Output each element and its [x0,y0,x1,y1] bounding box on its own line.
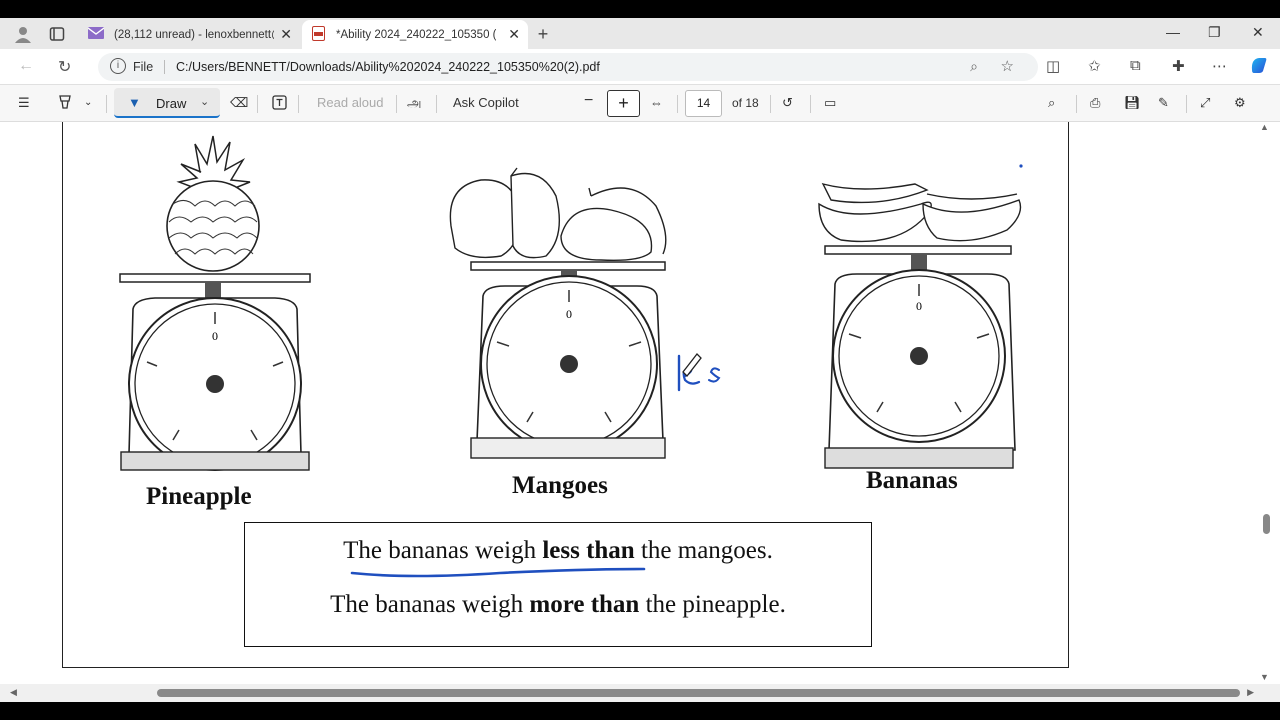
scheme-label: File [133,60,154,74]
minimize-icon[interactable]: — [1166,24,1180,40]
save-icon[interactable]: 💾︎ [1124,95,1141,111]
horizontal-scroll-thumb[interactable] [157,689,1240,697]
vertical-scrollbar[interactable]: ▲ ▼ [1260,122,1272,682]
fit-page-icon[interactable]: ⇔ [650,95,663,110]
scale-tick-label: 0 [212,329,218,343]
ink-annotation [677,353,721,392]
tab-pdf-title: *Ability 2024_240222_105350 (2) [336,28,496,41]
vertical-scroll-thumb[interactable] [1263,514,1270,534]
divider [257,95,258,113]
divider [810,95,811,113]
divider [396,95,397,113]
sentence-2-bold: more than [529,591,640,618]
answer-box: The bananas weigh less than the mangoes.… [244,522,872,647]
pdf-page: 0 0 0 Pineapple Mangoes Bananas The bana… [62,122,1069,668]
tab-actions-icon[interactable] [48,25,66,43]
translate-icon[interactable]: அ [407,95,421,112]
divider [1076,95,1077,113]
horizontal-scrollbar[interactable]: ◀ ▶ [0,684,1280,702]
settings-gear-icon[interactable]: ⚙ [1234,95,1246,111]
more-menu-icon[interactable]: ⋯ [1212,57,1227,75]
page-total: of 18 [732,96,759,110]
close-window-icon[interactable]: ✕ [1252,24,1264,41]
close-icon[interactable]: ✕ [280,26,292,43]
sentence-2: The bananas weigh more than the pineappl… [245,591,871,619]
sentence-1-post: the mangoes. [634,537,773,564]
rotate-icon[interactable]: ↺ [782,95,793,111]
scale-tick-label: 0 [916,299,922,313]
pineapple-scale-illustration: 0 [119,135,311,471]
ask-copilot-button[interactable]: Ask Copilot [453,95,519,110]
favorite-star-icon[interactable]: ☆ [1001,57,1014,75]
extensions-icon[interactable]: ✚ [1172,57,1185,75]
zoom-out-icon[interactable]: − [584,92,593,110]
chevron-down-icon[interactable]: ⌄ [84,97,92,108]
tab-pdf[interactable]: *Ability 2024_240222_105350 (2) ✕ [302,20,528,49]
scroll-up-icon[interactable]: ▲ [1260,122,1269,132]
sentence-1-pre: The bananas weigh [343,537,543,564]
pdf-icon [312,25,326,44]
profile-icon[interactable] [14,25,32,43]
scale-tick-label: 0 [566,307,572,321]
bananas-scale-illustration: 0 [818,164,1023,469]
read-aloud-button[interactable]: Read aloud [317,95,384,110]
divider [1186,95,1187,113]
restore-icon[interactable]: ❐ [1208,24,1221,41]
contents-icon[interactable]: ☰ [18,95,30,111]
scroll-down-icon[interactable]: ▼ [1260,672,1269,682]
scroll-right-icon[interactable]: ▶ [1247,687,1254,698]
collections-icon[interactable]: ⧉ [1130,57,1141,74]
info-icon: i [110,58,126,74]
address-bar: ← ↻ i File C:/Users/BENNETT/Downloads/Ab… [0,49,1280,85]
mail-icon [87,27,105,42]
label-bananas: Bananas [866,467,958,494]
new-tab-icon[interactable]: + [534,24,552,44]
divider [677,95,678,113]
tab-mail[interactable]: (28,112 unread) - lenoxbennett@ ✕ [78,20,300,49]
tab-mail-title: (28,112 unread) - lenoxbennett@ [114,28,274,41]
tab-strip: (28,112 unread) - lenoxbennett@ ✕ *Abili… [0,18,1280,49]
search-icon[interactable]: ⌕ [1048,95,1055,111]
draw-pen-icon: ▼ [128,95,141,110]
mangoes-scale-illustration: 0 [449,167,667,459]
sentence-2-pre: The bananas weigh [330,591,530,618]
favorites-icon[interactable]: ✩ [1088,57,1101,75]
pdf-viewer[interactable]: 0 0 0 Pineapple Mangoes Bananas The bana… [0,122,1280,684]
label-pineapple: Pineapple [146,483,252,510]
scroll-left-icon[interactable]: ◀ [10,687,17,698]
highlight-icon[interactable] [58,95,72,112]
divider [770,95,771,113]
page-view-icon[interactable]: ▭ [824,95,836,111]
url-text: C:/Users/BENNETT/Downloads/Ability%20202… [176,60,600,74]
back-icon[interactable]: ← [18,57,34,75]
url-field[interactable]: i File C:/Users/BENNETT/Downloads/Abilit… [98,53,1038,81]
draw-label: Draw [156,96,187,111]
pdf-toolbar: ☰ ⌄ ▼ Draw ⌄ ⌫ Read aloud அ Ask Copilot … [0,85,1280,122]
save-as-icon[interactable]: ✎ [1158,95,1169,111]
fullscreen-icon[interactable]: ⤢ [1200,95,1210,111]
copilot-icon[interactable] [1248,54,1270,80]
sentence-2-post: the pineapple. [639,591,786,618]
zoom-icon[interactable]: ⌕ [970,58,978,75]
print-icon[interactable]: ⎙ [1090,95,1100,111]
zoom-in-button[interactable]: + [607,90,640,117]
divider [436,95,437,113]
refresh-icon[interactable]: ↻ [58,57,71,77]
ink-underline [350,567,646,578]
divider [298,95,299,113]
label-mangoes: Mangoes [512,472,608,499]
text-box-icon[interactable] [272,95,287,113]
divider [106,95,107,113]
browser-window: (28,112 unread) - lenoxbennett@ ✕ *Abili… [0,18,1280,702]
page-number-input[interactable]: 14 [685,90,722,117]
chevron-down-icon[interactable]: ⌄ [200,95,209,108]
eraser-icon[interactable]: ⌫ [230,95,248,111]
sentence-1-bold: less than [542,537,635,564]
draw-button[interactable]: ▼ Draw ⌄ [114,88,220,118]
close-icon[interactable]: ✕ [508,26,520,43]
split-screen-icon[interactable]: ◫ [1046,57,1060,75]
divider [164,60,165,74]
